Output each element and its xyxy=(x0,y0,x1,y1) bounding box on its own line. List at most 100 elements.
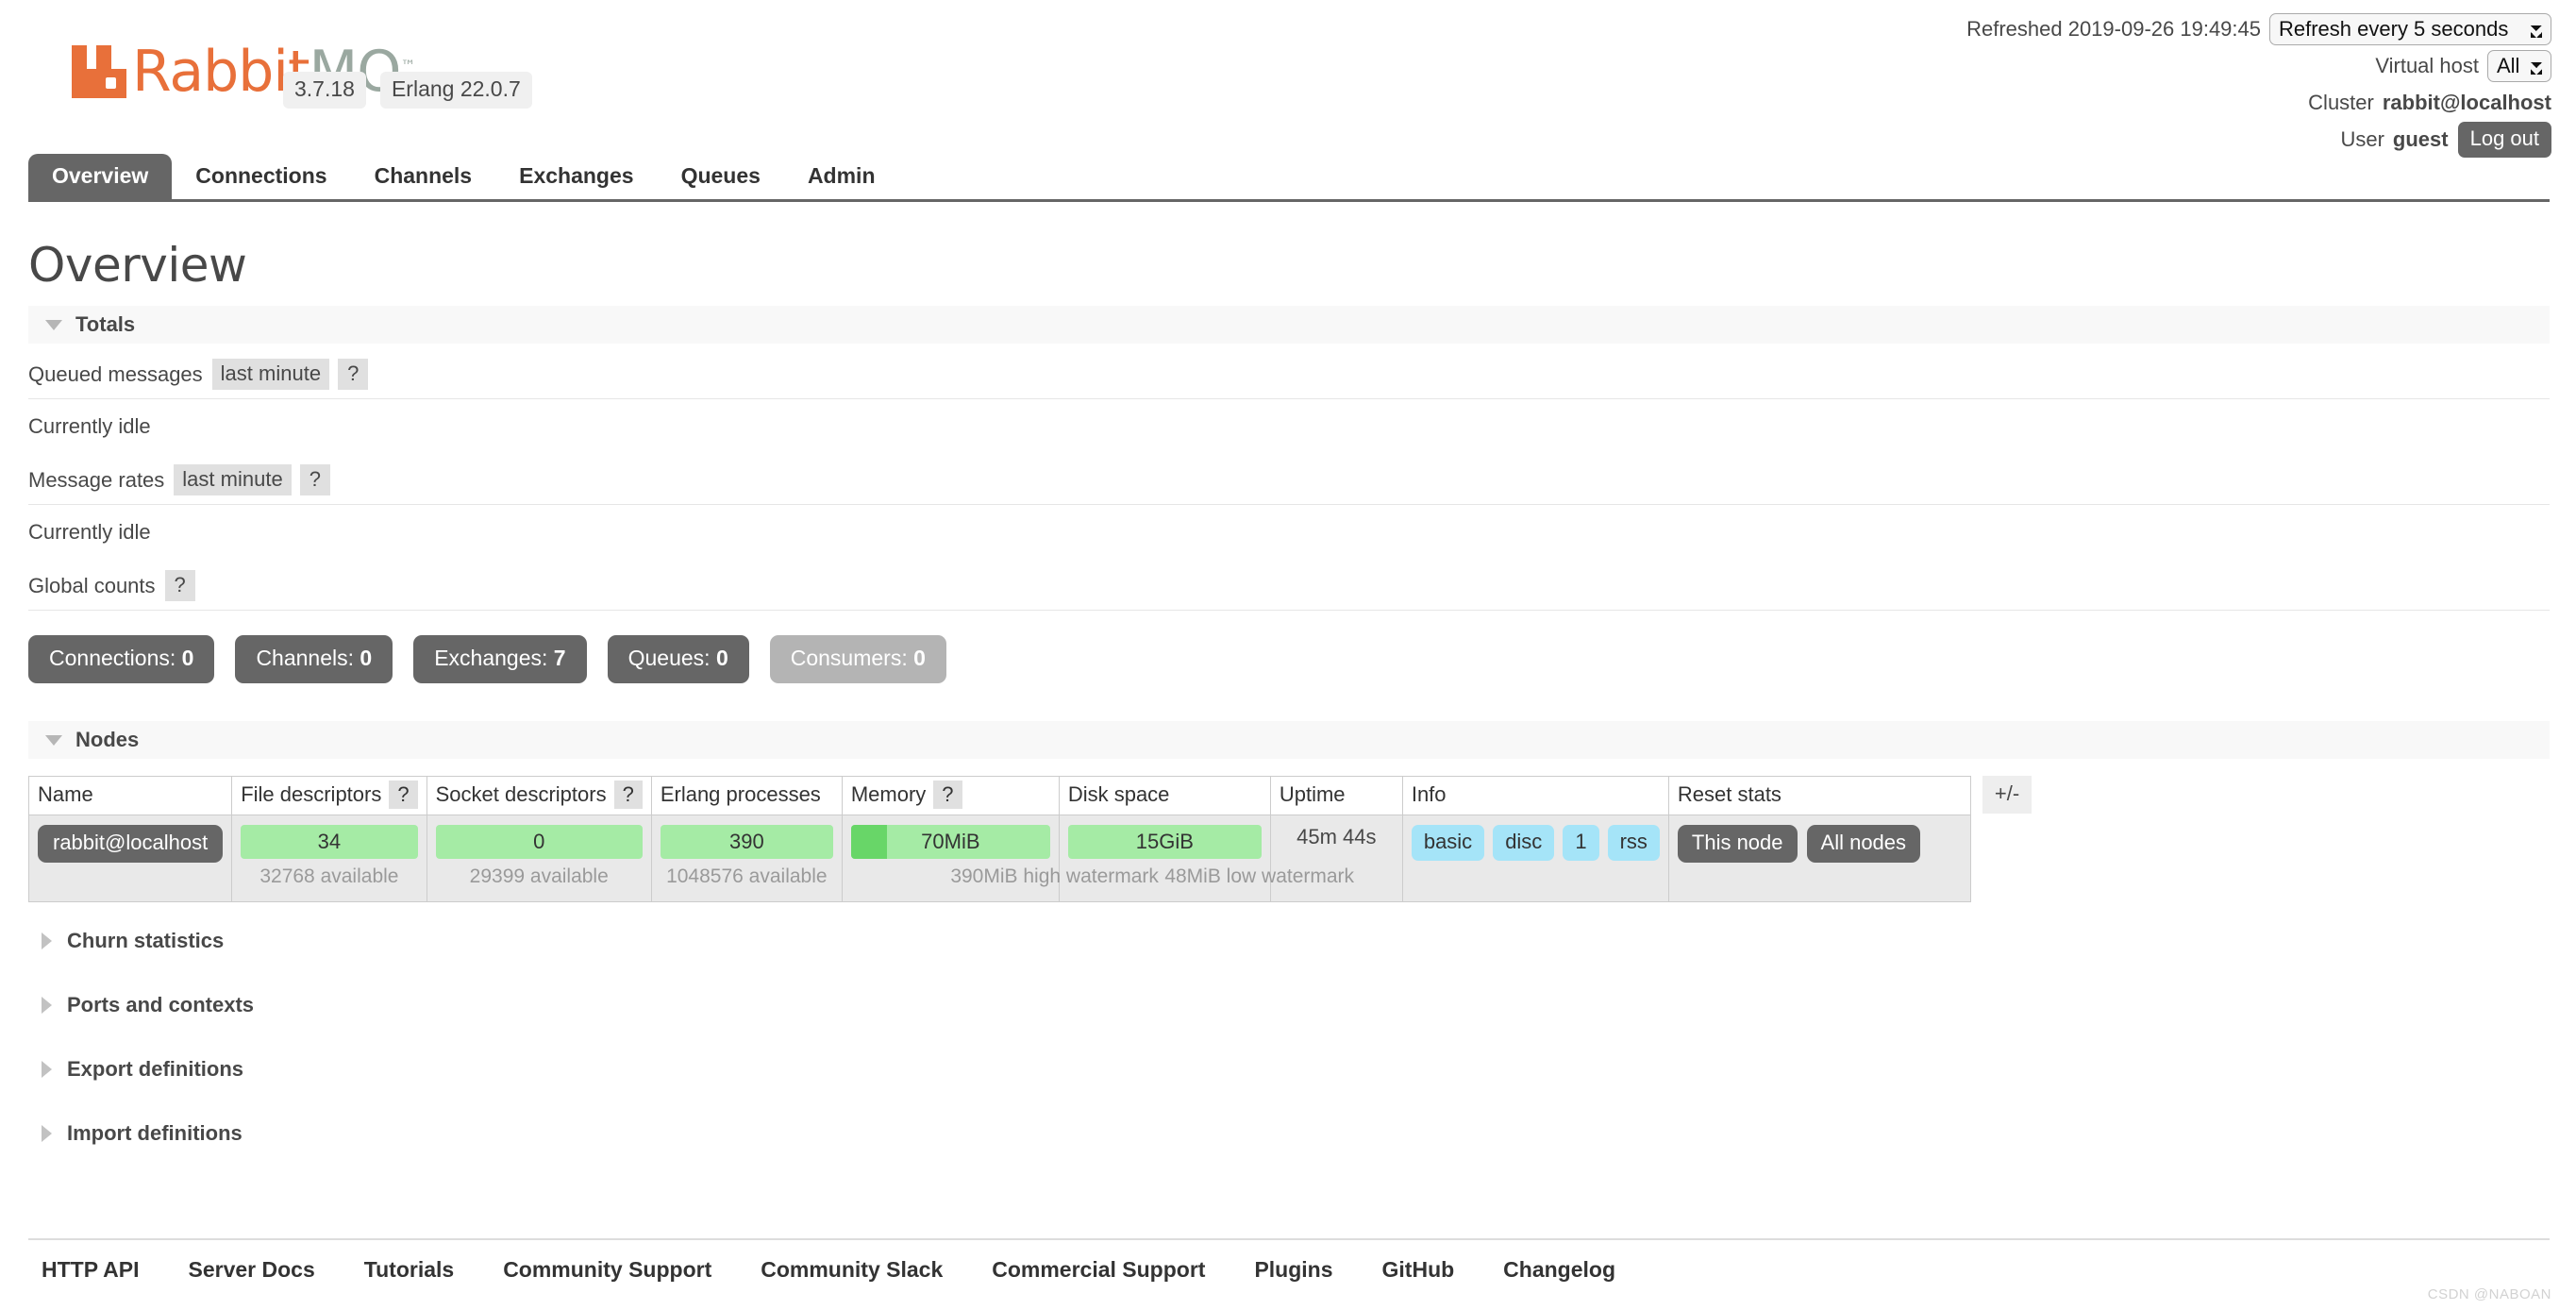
col-socket-descriptors-label: Socket descriptors xyxy=(435,782,607,806)
col-file-descriptors-label: File descriptors xyxy=(241,782,382,806)
message-rates-help-icon[interactable]: ? xyxy=(299,464,330,495)
col-uptime[interactable]: Uptime xyxy=(1269,776,1403,815)
erlang-version-badge: Erlang 22.0.7 xyxy=(379,72,532,109)
count-label: Consumers: xyxy=(790,646,914,670)
footer-link-server-docs[interactable]: Server Docs xyxy=(189,1257,315,1283)
tab-admin[interactable]: Admin xyxy=(784,154,899,199)
count-value: 0 xyxy=(181,646,194,670)
rabbitmq-version-badge: 3.7.18 xyxy=(283,72,366,109)
chevron-right-icon xyxy=(42,932,52,949)
footer-link-http-api[interactable]: HTTP API xyxy=(42,1257,140,1283)
cell-reset-stats: This node All nodes xyxy=(1667,815,1971,902)
info-chip-rss[interactable]: rss xyxy=(1607,825,1660,861)
queued-messages-period-chip[interactable]: last minute xyxy=(211,359,330,390)
tab-connections[interactable]: Connections xyxy=(172,154,350,199)
message-rates-idle-text: Currently idle xyxy=(28,520,151,544)
toggle-columns-button[interactable]: +/- xyxy=(1982,776,2032,814)
section-header-export-definitions[interactable]: Export definitions xyxy=(28,1044,2550,1095)
col-file-descriptors[interactable]: File descriptors? xyxy=(231,776,427,815)
global-counts-help-icon[interactable]: ? xyxy=(164,570,195,601)
tab-overview[interactable]: Overview xyxy=(28,154,173,199)
section-header-import-definitions[interactable]: Import definitions xyxy=(28,1108,2550,1159)
tab-channels[interactable]: Channels xyxy=(351,154,496,199)
refresh-row: Refreshed 2019-09-26 19:49:45 Refresh ev… xyxy=(1966,13,2551,45)
footer-link-tutorials[interactable]: Tutorials xyxy=(364,1257,454,1283)
col-socket-descriptors[interactable]: Socket descriptors? xyxy=(426,776,652,815)
global-counts-buttons: Connections: 0 Channels: 0 Exchanges: 7 Que… xyxy=(28,635,2550,683)
message-rates-period-chip[interactable]: last minute xyxy=(174,464,292,495)
count-value: 7 xyxy=(553,646,566,670)
col-disk-space[interactable]: Disk space xyxy=(1058,776,1271,815)
cluster-row: Cluster rabbit@localhost xyxy=(1966,87,2551,119)
footer-link-commercial-support[interactable]: Commercial Support xyxy=(992,1257,1205,1283)
main-navigation: Overview Connections Channels Exchanges Queu… xyxy=(28,154,2550,202)
tab-exchanges[interactable]: Exchanges xyxy=(495,154,657,199)
section-header-nodes[interactable]: Nodes xyxy=(28,721,2550,759)
section-header-totals[interactable]: Totals xyxy=(28,306,2550,344)
info-chip-1[interactable]: 1 xyxy=(1563,825,1599,861)
refresh-interval-select[interactable]: Refresh every 5 secondsRefresh every 10 … xyxy=(2269,13,2551,45)
reset-all-nodes-button[interactable]: All nodes xyxy=(1806,825,1921,863)
info-chip-basic[interactable]: basic xyxy=(1411,825,1485,861)
reset-this-node-button[interactable]: This node xyxy=(1677,825,1798,863)
memory-bar: 70MiB xyxy=(850,825,1050,859)
memory-help-icon[interactable]: ? xyxy=(933,781,962,809)
section-title: Churn statistics xyxy=(67,929,225,952)
erlang-processes-value: 390 xyxy=(728,830,764,853)
section-title-nodes: Nodes xyxy=(75,728,140,751)
logout-button[interactable]: Log out xyxy=(2457,122,2551,158)
section-header-ports-and-contexts[interactable]: Ports and contexts xyxy=(28,980,2550,1031)
socket-descriptors-help-icon[interactable]: ? xyxy=(613,781,643,809)
count-button-consumers: Consumers: 0 xyxy=(769,635,946,683)
rabbit-body xyxy=(72,69,126,98)
footer-link-plugins[interactable]: Plugins xyxy=(1254,1257,1332,1283)
file-descriptors-help-icon[interactable]: ? xyxy=(389,781,418,809)
header-status-panel: Refreshed 2019-09-26 19:49:45 Refresh ev… xyxy=(1966,13,2551,160)
count-button-exchanges[interactable]: Exchanges: 7 xyxy=(413,635,587,683)
refreshed-timestamp: Refreshed 2019-09-26 19:49:45 xyxy=(1966,17,2261,41)
count-button-channels[interactable]: Channels: 0 xyxy=(235,635,393,683)
count-label: Channels: xyxy=(256,646,360,670)
col-memory-label: Memory xyxy=(850,782,927,806)
col-reset-stats: Reset stats xyxy=(1667,776,1971,815)
socket-descriptors-value: 0 xyxy=(533,830,545,853)
erlang-processes-bar: 390 xyxy=(660,825,833,859)
footer-link-community-slack[interactable]: Community Slack xyxy=(761,1257,943,1283)
queued-messages-help-icon[interactable]: ? xyxy=(338,359,369,390)
section-title: Ports and contexts xyxy=(67,993,255,1016)
version-badge-group: 3.7.18 Erlang 22.0.7 xyxy=(283,72,532,109)
queued-messages-idle-text: Currently idle xyxy=(28,414,151,438)
col-info[interactable]: Info xyxy=(1401,776,1669,815)
count-button-connections[interactable]: Connections: 0 xyxy=(28,635,215,683)
vhost-select[interactable]: All/ xyxy=(2487,50,2551,82)
col-erlang-processes[interactable]: Erlang processes xyxy=(650,776,843,815)
footer-link-github[interactable]: GitHub xyxy=(1382,1257,1455,1283)
queued-messages-label: Queued messages xyxy=(28,361,203,386)
section-header-churn-statistics[interactable]: Churn statistics xyxy=(28,915,2550,966)
socket-descriptors-sub: 29399 available xyxy=(469,865,609,887)
count-button-queues[interactable]: Queues: 0 xyxy=(607,635,749,683)
cell-disk-space: 15GiB 48MiB low watermark xyxy=(1058,815,1354,902)
erlang-processes-sub: 1048576 available xyxy=(666,865,828,887)
section-title-totals: Totals xyxy=(75,312,136,336)
message-rates-row: Message rates last minute ? xyxy=(28,449,2550,505)
watermark: CSDN @NABOAN xyxy=(2427,1286,2551,1302)
info-chip-group: basic disc 1 rss xyxy=(1411,825,1660,861)
cell-file-descriptors: 34 32768 available xyxy=(231,815,427,902)
col-memory[interactable]: Memory? xyxy=(841,776,1060,815)
vhost-label: Virtual host xyxy=(2375,54,2479,77)
reset-stats-buttons: This node All nodes xyxy=(1677,825,1962,863)
col-name[interactable]: Name xyxy=(27,776,233,815)
file-descriptors-sub: 32768 available xyxy=(259,865,399,887)
rabbit-logo-icon xyxy=(72,45,126,98)
socket-descriptors-bar: 0 xyxy=(435,825,643,859)
footer-link-community-support[interactable]: Community Support xyxy=(503,1257,711,1283)
chevron-right-icon xyxy=(42,1125,52,1142)
user-row: User guest Log out xyxy=(1966,122,2551,158)
tab-queues[interactable]: Queues xyxy=(658,154,784,199)
info-chip-disc[interactable]: disc xyxy=(1493,825,1555,861)
node-name-link[interactable]: rabbit@localhost xyxy=(38,825,224,863)
footer-link-changelog[interactable]: Changelog xyxy=(1503,1257,1615,1283)
queued-messages-row: Queued messages last minute ? xyxy=(28,344,2550,399)
nodes-table: Name File descriptors? Socket descriptor… xyxy=(27,776,1971,902)
